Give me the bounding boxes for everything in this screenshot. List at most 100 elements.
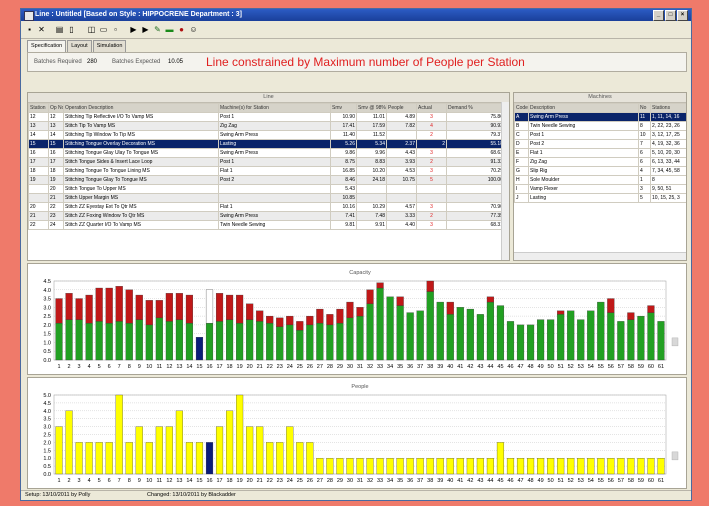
- machines-table: Code Description No Stations A Swing Arm Pre…: [514, 103, 686, 203]
- print-icon[interactable]: ▭: [99, 25, 108, 34]
- line-row[interactable]: 16 16 Stitching Tongue Glay Ulay To Tongue…: [28, 148, 505, 158]
- machine-row[interactable]: J Lasting 5 10, 15, 25, 3: [514, 193, 686, 203]
- machine-row[interactable]: I Vamp Flexer 3 9, 50, 51: [514, 184, 686, 194]
- line-vertical-scrollbar[interactable]: [501, 102, 509, 260]
- capacity-bar: [236, 322, 244, 361]
- y-tick-label: 0.5: [43, 464, 51, 470]
- chart-scroll-thumb: [671, 451, 679, 461]
- machine-row[interactable]: G Slip Rig 4 7, 34, 45, 58: [514, 166, 686, 176]
- color-icon[interactable]: ●: [177, 25, 186, 34]
- line-cell: 19: [48, 175, 64, 185]
- line-row[interactable]: 19 19 Stitching Tongue Glay To Tongue MS Po…: [28, 175, 505, 185]
- capacity-bar: [326, 324, 334, 361]
- people-bar: [85, 442, 93, 475]
- line-row[interactable]: 15 15 Stitching Tongue Overlay Decoration …: [28, 139, 505, 149]
- y-tick-label: 4.5: [43, 401, 51, 407]
- line-column-header[interactable]: Demand %: [446, 103, 505, 113]
- machine-row[interactable]: H Sole Moulder 1 8: [514, 175, 686, 185]
- machine-row[interactable]: F Zig Zag 6 6, 13, 33, 44: [514, 157, 686, 167]
- people-icon[interactable]: ☺: [189, 25, 198, 34]
- machine-cell: 6: [638, 157, 651, 167]
- chart-icon[interactable]: ▬: [165, 25, 174, 34]
- machine-cell: J: [514, 193, 529, 203]
- close-button[interactable]: ×: [677, 10, 688, 21]
- line-cell: Stitch Tip To Vamp MS: [63, 121, 219, 131]
- x-tick-label: 1: [57, 478, 60, 484]
- capacity-bar: [647, 312, 655, 361]
- machine-row[interactable]: B Twin Needle Sewing 8 2, 22, 23, 26: [514, 121, 686, 131]
- line-cell: [28, 193, 49, 203]
- machines-horizontal-scrollbar[interactable]: [514, 252, 686, 260]
- line-column-header[interactable]: Smv @ 98%: [356, 103, 387, 113]
- x-tick-label: 34: [387, 364, 393, 370]
- capacity-bar: [376, 287, 384, 361]
- line-cell: Zig Zag: [218, 121, 331, 131]
- line-row[interactable]: 22 24 Stitch ZZ Quarter I/O To Vamp MS Twin…: [28, 220, 505, 230]
- x-tick-label: 3: [78, 364, 81, 370]
- capacity-bar: [105, 322, 113, 361]
- capacity-bar: [456, 307, 464, 361]
- line-column-header[interactable]: People: [386, 103, 417, 113]
- notes-icon[interactable]: ▯: [67, 25, 76, 34]
- y-tick-label: 1.5: [43, 332, 51, 338]
- maximize-button[interactable]: □: [665, 10, 676, 21]
- line-row[interactable]: 12 12 Stitching Tip Reflective I/O To Vamp…: [28, 112, 505, 122]
- people-bar: [55, 426, 63, 475]
- line-column-header[interactable]: Station: [28, 103, 49, 113]
- line-cell: Twin Needle Sewing: [218, 220, 331, 230]
- capacity-bar: [256, 321, 264, 361]
- pen-icon[interactable]: ✎: [153, 25, 162, 34]
- machine-row[interactable]: E Flat 1 6 5, 10, 20, 30: [514, 148, 686, 158]
- y-tick-label: 3.5: [43, 417, 51, 423]
- tab-simulation[interactable]: Simulation: [92, 40, 127, 52]
- line-row[interactable]: 21 23 Stitch ZZ Foxing Window To Qtr MS Swi…: [28, 211, 505, 221]
- minimize-button[interactable]: _: [653, 10, 664, 21]
- machine-row[interactable]: C Post 1 10 3, 12, 17, 25: [514, 130, 686, 140]
- machines-panel-title: Machines: [514, 93, 686, 103]
- machine-cell: 4: [638, 166, 651, 176]
- line-column-header[interactable]: Operation Description: [63, 103, 219, 113]
- delete-icon[interactable]: ✕: [37, 25, 46, 34]
- machine-row[interactable]: A Swing Arm Press 11 1, 11, 14, 16: [514, 112, 686, 122]
- machines-column-header[interactable]: Stations: [650, 103, 686, 113]
- machines-column-header[interactable]: Code: [514, 103, 529, 113]
- machines-column-header[interactable]: Description: [528, 103, 639, 113]
- line-row[interactable]: 20 22 Stitch ZZ Eyestay Ext To Qtr MS Flat …: [28, 202, 505, 212]
- y-tick-label: 0.0: [43, 472, 51, 478]
- x-tick-label: 14: [186, 364, 192, 370]
- x-tick-label: 8: [128, 478, 131, 484]
- machine-row[interactable]: D Post 2 7 4, 19, 32, 36: [514, 139, 686, 149]
- line-column-header[interactable]: Op No: [48, 103, 64, 113]
- line-row[interactable]: 13 13 Stitch Tip To Vamp MS Zig Zag 17.41 17.…: [28, 121, 505, 131]
- line-cell: Post 1: [218, 157, 331, 167]
- line-cell: Stitch Tongue To Upper MS: [63, 184, 219, 194]
- print-preview-icon[interactable]: ◫: [87, 25, 96, 34]
- line-row[interactable]: 14 14 Stitching Tip Window To Tip MS Swing …: [28, 130, 505, 140]
- line-column-header[interactable]: Actual: [416, 103, 447, 113]
- capacity-bar: [386, 296, 394, 361]
- line-row[interactable]: 21 Stitch Upper Margin MS 10.85: [28, 193, 505, 203]
- x-tick-label: 48: [527, 478, 533, 484]
- line-row[interactable]: 20 Stitch Tongue To Upper MS 5.43: [28, 184, 505, 194]
- properties-icon[interactable]: ▤: [55, 25, 64, 34]
- tab-layout[interactable]: Layout: [67, 40, 92, 52]
- x-tick-label: 55: [598, 364, 604, 370]
- page-setup-icon[interactable]: ▫: [111, 25, 120, 34]
- capacity-bar: [306, 324, 314, 361]
- line-row[interactable]: 18 18 Stitching Tongue To Tongue Lining MS…: [28, 166, 505, 176]
- line-row[interactable]: 17 17 Stitch Tongue Sides & Insert Lace Lo…: [28, 157, 505, 167]
- line-cell: 68.31: [446, 220, 505, 230]
- save-icon[interactable]: ▪: [25, 25, 34, 34]
- machines-column-header[interactable]: No: [638, 103, 651, 113]
- line-column-header[interactable]: Smv: [330, 103, 357, 113]
- people-bar: [466, 458, 474, 475]
- capacity-bar: [526, 324, 535, 361]
- run-icon[interactable]: ▶: [129, 25, 138, 34]
- people-bar: [195, 442, 204, 475]
- line-column-header[interactable]: Machine(s) for Station: [218, 103, 331, 113]
- x-tick-label: 4: [88, 364, 91, 370]
- x-tick-label: 59: [638, 364, 644, 370]
- step-icon[interactable]: ▶: [141, 25, 150, 34]
- machines-panel: Machines Code Description No Stations A Swin…: [513, 92, 687, 261]
- x-tick-label: 56: [608, 364, 614, 370]
